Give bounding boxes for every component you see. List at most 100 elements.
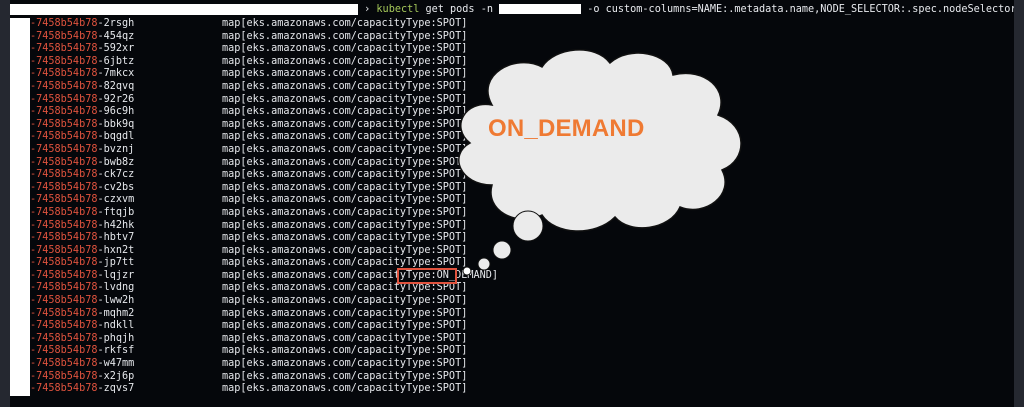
pod-name-hash: -7458b54b78 (30, 68, 98, 80)
pod-name: -7458b54b78-czxvm (30, 194, 134, 207)
pod-name: -7458b54b78-bqgdl (30, 131, 134, 144)
cloud-callout-text: ON_DEMAND (488, 115, 645, 142)
pod-name-suffix: -7mkcx (97, 68, 135, 80)
thought-bubble-tiny (462, 266, 472, 276)
redacted-pod-prefix (10, 345, 30, 359)
redacted-pod-prefix (10, 257, 30, 270)
pod-name: -7458b54b78-zqvs7 (30, 383, 134, 396)
pod-name-suffix: -cv2bs (97, 181, 135, 193)
pod-name: -7458b54b78-x2j6p (30, 371, 134, 384)
pod-name-hash: -7458b54b78 (30, 257, 98, 269)
pod-name-hash: -7458b54b78 (30, 307, 98, 319)
pod-name-suffix: -ck7cz (97, 169, 135, 181)
node-selector: map[eks.amazonaws.com/capacityType:SPOT] (222, 282, 468, 294)
prompt-arrow: › (364, 4, 371, 15)
thought-bubble-medium (492, 240, 512, 260)
pod-name-hash: -7458b54b78 (30, 131, 98, 143)
pod-name: -7458b54b78-7mkcx (30, 68, 134, 81)
pod-name-suffix: -96c9h (97, 106, 135, 118)
redacted-pod-prefix (10, 232, 30, 245)
pod-name-hash: -7458b54b78 (30, 282, 98, 294)
redacted-pod-prefix (10, 118, 30, 132)
node-selector: map[eks.amazonaws.com/capacityType:SPOT] (222, 358, 468, 370)
pod-name: -7458b54b78-phqjh (30, 333, 134, 346)
pod-name-suffix: -czxvm (97, 194, 135, 206)
pod-name-suffix: -h42hk (97, 219, 135, 231)
pod-name-hash: -7458b54b78 (30, 320, 98, 332)
redacted-pod-prefix (10, 383, 30, 396)
pod-name-suffix: -phqjh (97, 332, 135, 344)
node-selector: map[eks.amazonaws.com/capacityType:SPOT] (222, 370, 468, 382)
pod-name: -7458b54b78-mqhm2 (30, 308, 134, 321)
redacted-pod-prefix (10, 143, 30, 157)
pod-name-hash: -7458b54b78 (30, 181, 98, 193)
pod-name-suffix: -hbtv7 (97, 232, 135, 244)
pod-name-suffix: -bqgdl (97, 131, 135, 143)
pod-name: -7458b54b78-ndkll (30, 320, 134, 333)
pod-name-hash: -7458b54b78 (30, 232, 98, 244)
pod-name-suffix: -454qz (97, 30, 135, 42)
pod-name: -7458b54b78-ck7cz (30, 169, 134, 182)
pod-name-suffix: -w47mm (97, 358, 135, 370)
pod-name-hash: -7458b54b78 (30, 383, 98, 395)
pod-name: -7458b54b78-hxn2t (30, 245, 134, 258)
redacted-pod-prefix (10, 18, 30, 31)
pod-name-hash: -7458b54b78 (30, 143, 98, 155)
redacted-prompt (10, 3, 358, 15)
redacted-namespace (499, 4, 582, 14)
pod-name-hash: -7458b54b78 (30, 80, 98, 92)
pod-name-suffix: -ndkll (97, 320, 135, 332)
redacted-pod-prefix (10, 332, 30, 346)
pod-name-suffix: -hxn2t (97, 244, 135, 256)
pod-name-hash: -7458b54b78 (30, 269, 98, 281)
redacted-pod-prefix (10, 30, 30, 44)
node-selector: map[eks.amazonaws.com/capacityType:SPOT] (222, 30, 468, 42)
command-part-1: get pods -n (419, 4, 500, 15)
pod-name: -7458b54b78-bbk9q (30, 119, 134, 132)
command-line: › kubectl get pods -n -o custom-columns=… (10, 2, 1014, 18)
pod-name-suffix: -x2j6p (97, 370, 135, 382)
thought-bubble-large (512, 210, 544, 242)
pod-name-suffix: -bbk9q (97, 118, 135, 130)
pod-name-hash: -7458b54b78 (30, 118, 98, 130)
redacted-pod-prefix (10, 244, 30, 258)
pod-name-hash: -7458b54b78 (30, 345, 98, 357)
redacted-pod-prefix (10, 219, 30, 233)
pod-name-hash: -7458b54b78 (30, 93, 98, 105)
pod-name: -7458b54b78-lvdng (30, 282, 134, 295)
pod-name-suffix: -lvdng (97, 282, 135, 294)
pod-name-suffix: -lww2h (97, 295, 135, 307)
redacted-pod-prefix (10, 295, 30, 308)
pod-name: -7458b54b78-lqjzr (30, 270, 134, 283)
pod-name: -7458b54b78-92r26 (30, 94, 134, 107)
pod-name: -7458b54b78-lww2h (30, 295, 134, 308)
pod-name-hash: -7458b54b78 (30, 194, 98, 206)
redacted-pod-prefix (10, 156, 30, 170)
pod-name: -7458b54b78-w47mm (30, 358, 134, 371)
pod-name-suffix: -ftqjb (97, 206, 135, 218)
node-selector: map[eks.amazonaws.com/capacityType:SPOT] (222, 332, 468, 344)
pod-name-hash: -7458b54b78 (30, 332, 98, 344)
pod-name-suffix: -bwb8z (97, 156, 135, 168)
terminal-window[interactable]: › kubectl get pods -n -o custom-columns=… (10, 0, 1014, 407)
pod-name-hash: -7458b54b78 (30, 55, 98, 67)
redacted-pod-prefix (10, 55, 30, 69)
command-part-2: -o custom-columns=NAME:.metadata.name,NO… (581, 4, 1014, 15)
pod-name-hash: -7458b54b78 (30, 106, 98, 118)
redacted-pod-prefix (10, 358, 30, 371)
pod-name-suffix: -rkfsf (97, 345, 135, 357)
pod-name: -7458b54b78-rkfsf (30, 345, 134, 358)
pod-name: -7458b54b78-bvznj (30, 144, 134, 157)
node-selector: map[eks.amazonaws.com/capacityType:SPOT] (222, 345, 468, 357)
node-selector: map[eks.amazonaws.com/capacityType:SPOT] (222, 383, 468, 395)
redacted-pod-prefix (10, 43, 30, 56)
pod-name-suffix: -zqvs7 (97, 383, 135, 395)
pod-name: -7458b54b78-96c9h (30, 106, 134, 119)
pod-name-hash: -7458b54b78 (30, 18, 98, 29)
pod-name-hash: -7458b54b78 (30, 244, 98, 256)
pod-name: -7458b54b78-h42hk (30, 220, 134, 233)
pod-name-suffix: -92r26 (97, 93, 135, 105)
pod-name: -7458b54b78-592xr (30, 43, 134, 56)
pod-name-suffix: -bvznj (97, 143, 135, 155)
pod-name-suffix: -82qvq (97, 80, 135, 92)
